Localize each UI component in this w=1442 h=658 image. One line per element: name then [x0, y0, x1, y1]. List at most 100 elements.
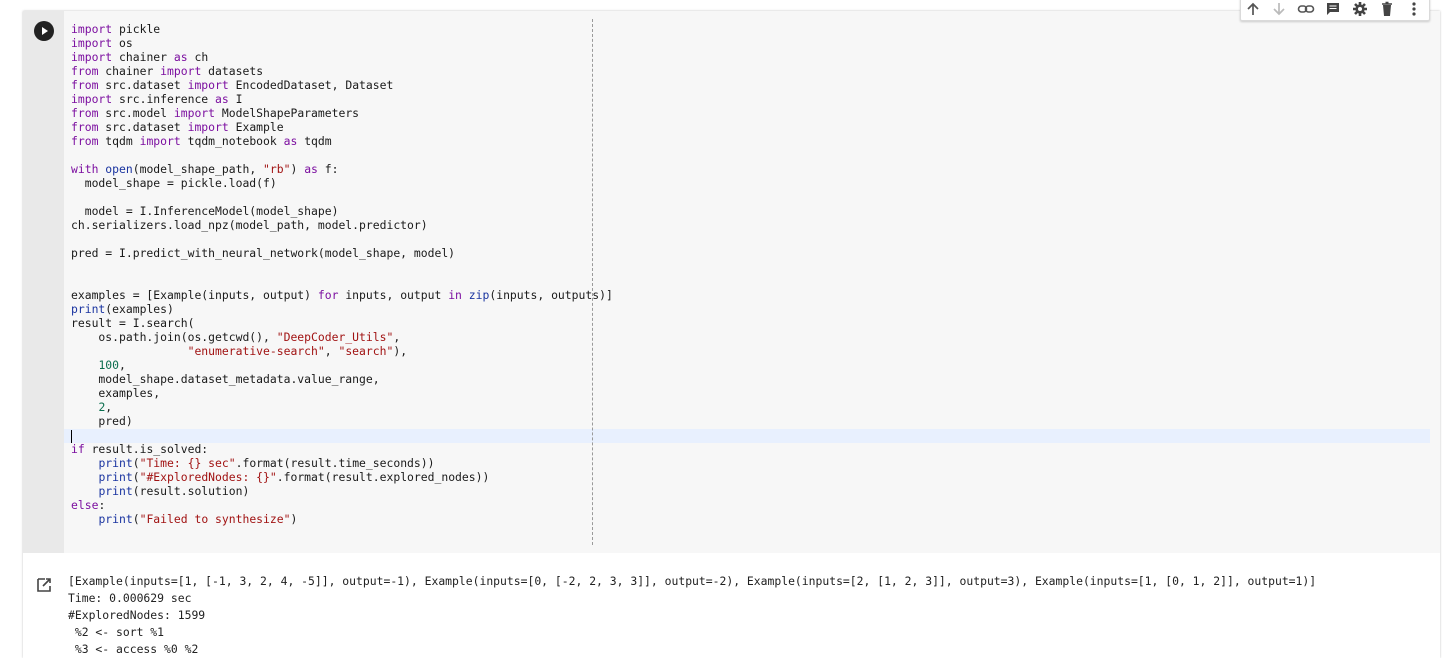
code-line[interactable]: examples = [Example(inputs, output) for … [71, 288, 613, 302]
output-redirect-icon[interactable] [36, 577, 54, 593]
code-line[interactable]: from chainer import datasets [71, 64, 613, 78]
code-line[interactable]: ch.serializers.load_npz(model_path, mode… [71, 218, 613, 232]
code-line[interactable] [71, 148, 613, 162]
code-line[interactable]: import chainer as ch [71, 50, 613, 64]
code-line[interactable]: model_shape.dataset_metadata.value_range… [71, 372, 613, 386]
code-token: src.model [98, 106, 174, 120]
code-token: for [317, 288, 339, 302]
code-line[interactable]: "enumerative-search", "search"), [71, 344, 613, 358]
code-token: .format(result.time_seconds)) [235, 456, 435, 470]
code-cell[interactable]: import pickle import os import chainer as … [23, 11, 1440, 658]
code-token: ch.serializers.load_npz(model_path, mode… [71, 218, 428, 232]
code-token: "#ExploredNodes: {}" [139, 470, 277, 484]
code-token: zip [468, 288, 490, 302]
code-line[interactable]: import os [71, 36, 613, 50]
code-line[interactable]: import src.inference as I [71, 92, 613, 106]
code-token: else [71, 498, 99, 512]
code-line[interactable]: model_shape = pickle.load(f) [71, 176, 613, 190]
gear-icon[interactable] [1348, 0, 1372, 19]
code-line[interactable]: if result.is_solved: [71, 442, 613, 456]
code-token: if [71, 442, 85, 456]
code-line[interactable]: pred = I.predict_with_neural_network(mod… [71, 246, 613, 260]
code-token: from [71, 134, 99, 148]
code-token: "search" [338, 344, 394, 358]
move-cell-up-icon[interactable] [1241, 0, 1265, 19]
code-token: as [283, 134, 298, 148]
cell-toolbar [1240, 0, 1430, 21]
code-token: import [139, 134, 181, 148]
code-token: ), [393, 344, 408, 358]
code-line[interactable]: import pickle [71, 22, 613, 36]
code-token: ( [132, 456, 140, 470]
code-token: import [187, 78, 229, 92]
code-token: model = I.InferenceModel(model_shape) [71, 204, 339, 218]
code-line[interactable] [71, 428, 613, 442]
code-editor[interactable]: import pickle import os import chainer as … [64, 11, 1440, 553]
cell-gutter [23, 11, 64, 553]
code-token: from [71, 78, 99, 92]
code-token: datasets [201, 64, 264, 78]
code-token: : [98, 498, 106, 512]
code-line[interactable] [71, 232, 613, 246]
code-token: as [304, 162, 318, 176]
code-token: ) [290, 162, 305, 176]
code-token: (examples) [105, 302, 174, 316]
code-line[interactable]: from tqdm import tqdm_notebook as tqdm [71, 134, 613, 148]
code-token: examples, [71, 386, 161, 400]
code-line[interactable] [71, 274, 613, 288]
code-token: print [98, 456, 133, 470]
code-token: import [71, 36, 113, 50]
code-token: model_shape = pickle.load(f) [71, 176, 277, 190]
code-token: result = I.search( [71, 316, 195, 330]
code-token: print [98, 484, 133, 498]
output-text: [Example(inputs=[1, [-1, 3, 2, 4, -5]], … [68, 573, 1316, 658]
code-token: import [71, 50, 113, 64]
code-line[interactable]: print(examples) [71, 302, 613, 316]
move-cell-down-icon[interactable] [1267, 0, 1291, 19]
text-cursor [71, 430, 72, 443]
code-token: print [98, 512, 133, 526]
code-line[interactable]: os.path.join(os.getcwd(), "DeepCoder_Uti… [71, 330, 613, 344]
code-token: "DeepCoder_Utils" [276, 330, 394, 344]
comment-icon[interactable] [1321, 0, 1345, 19]
code-line[interactable]: from src.dataset import EncodedDataset, … [71, 78, 613, 92]
code-line[interactable] [71, 190, 613, 204]
output-line: Time: 0.000629 sec [68, 591, 192, 605]
code-token: import [160, 64, 202, 78]
code-line[interactable]: print("Time: {} sec".format(result.time_… [71, 456, 613, 470]
code-line[interactable]: result = I.search( [71, 316, 613, 330]
code-token: (model_shape_path, [132, 162, 264, 176]
code-line[interactable]: 100, [71, 358, 613, 372]
code-content[interactable]: import pickle import os import chainer as … [71, 22, 613, 526]
code-token: import [187, 120, 229, 134]
code-line[interactable]: 2, [71, 400, 613, 414]
code-line[interactable]: from src.model import ModelShapeParamete… [71, 106, 613, 120]
code-line[interactable] [71, 260, 613, 274]
code-line[interactable]: from src.dataset import Example [71, 120, 613, 134]
code-line[interactable]: else: [71, 498, 613, 512]
code-token: chainer [112, 50, 174, 64]
code-line[interactable]: print("Failed to synthesize") [71, 512, 613, 526]
code-line[interactable]: print("#ExploredNodes: {}".format(result… [71, 470, 613, 484]
code-token: from [71, 106, 99, 120]
code-token: model_shape.dataset_metadata.value_range… [71, 372, 380, 386]
more-vert-icon[interactable] [1402, 0, 1426, 19]
code-line[interactable]: model = I.InferenceModel(model_shape) [71, 204, 613, 218]
trash-icon[interactable] [1375, 0, 1399, 19]
code-token: ) [290, 512, 298, 526]
code-token: open [105, 162, 133, 176]
code-line[interactable]: pred) [71, 414, 613, 428]
code-token: as [173, 50, 188, 64]
code-line[interactable]: print(result.solution) [71, 484, 613, 498]
code-line[interactable]: examples, [71, 386, 613, 400]
run-cell-button[interactable] [34, 21, 54, 41]
code-line[interactable]: with open(model_shape_path, "rb") as f: [71, 162, 613, 176]
code-token: pred = I.predict_with_neural_network(mod… [71, 246, 456, 260]
link-icon[interactable] [1294, 0, 1318, 19]
code-token: print [71, 302, 106, 316]
